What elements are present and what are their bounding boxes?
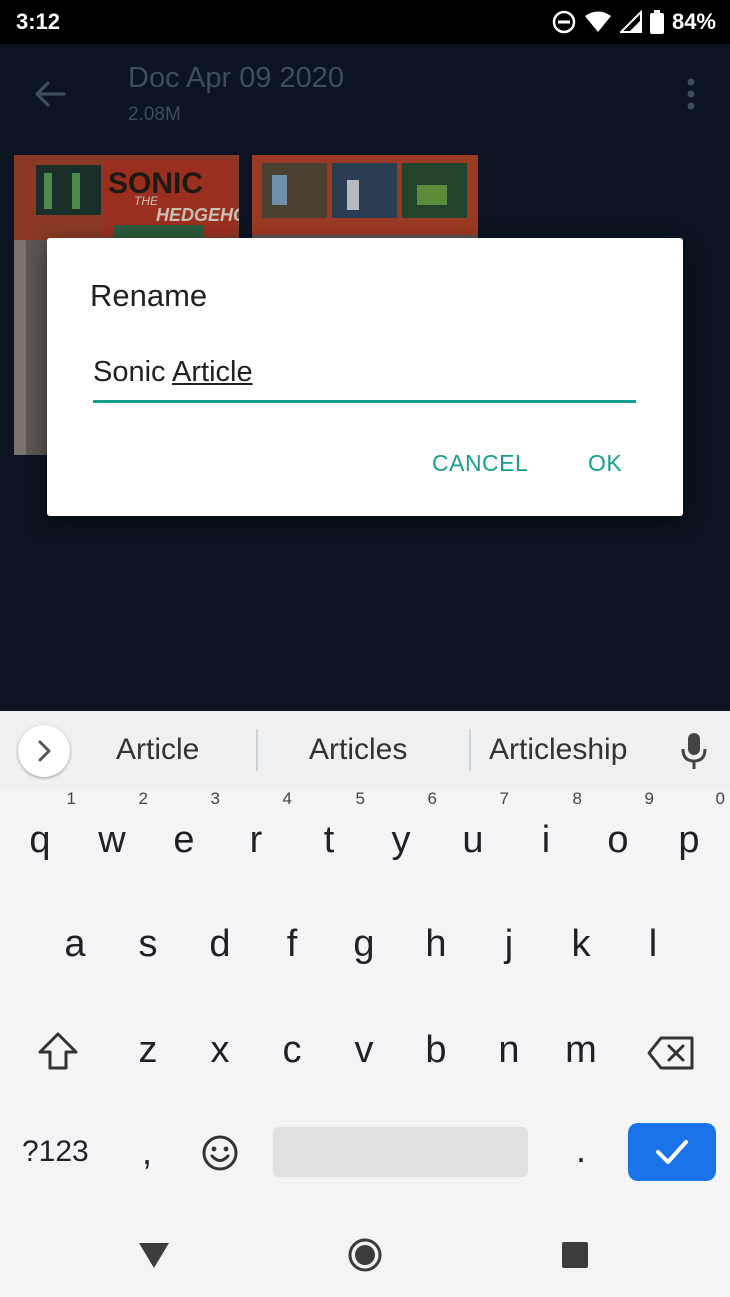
microphone-icon[interactable] — [680, 731, 708, 771]
key-z[interactable]: z — [118, 1029, 178, 1072]
back-arrow-icon[interactable] — [30, 74, 70, 114]
suggestion-divider — [469, 729, 471, 771]
symbols-key[interactable]: ?123 — [22, 1135, 89, 1169]
key-b[interactable]: b — [406, 1029, 466, 1072]
key-hint: 9 — [644, 789, 654, 808]
key-hint: 1 — [66, 789, 76, 808]
rename-dialog: Rename Sonic Article CANCEL OK — [47, 238, 683, 516]
input-word-1: Sonic — [93, 356, 166, 388]
key-h[interactable]: h — [406, 923, 466, 966]
key-hint: 8 — [572, 789, 582, 808]
key-a[interactable]: a — [45, 923, 105, 966]
key-y[interactable]: y6 — [371, 789, 438, 862]
key-label: q — [29, 819, 51, 861]
emoji-icon[interactable] — [201, 1134, 239, 1172]
input-word-2-composing: Article — [172, 356, 253, 388]
backspace-icon[interactable] — [647, 1035, 695, 1071]
suggestion-2[interactable]: Articles — [309, 733, 407, 767]
expand-toolbar-button[interactable] — [18, 725, 70, 777]
key-hint: 6 — [427, 789, 437, 808]
status-time: 3:12 — [16, 9, 61, 34]
key-hint: 5 — [355, 789, 365, 808]
key-w[interactable]: w2 — [82, 789, 148, 862]
key-o[interactable]: o9 — [588, 789, 654, 862]
suggestion-3[interactable]: Articleship — [489, 733, 627, 767]
document-size: 2.08M — [128, 104, 181, 125]
key-label: w — [98, 819, 126, 861]
key-g[interactable]: g — [334, 923, 394, 966]
key-f[interactable]: f — [262, 923, 322, 966]
document-title: Doc Apr 09 2020 — [128, 62, 345, 94]
key-l[interactable]: l — [623, 923, 683, 966]
status-bar: 3:12 84% — [0, 0, 730, 44]
suggestion-divider — [256, 729, 258, 771]
period-key[interactable]: . — [576, 1129, 586, 1171]
chevron-right-icon — [38, 740, 51, 762]
dialog-title: Rename — [90, 278, 208, 313]
ok-button[interactable]: OK — [588, 450, 622, 477]
battery-icon — [649, 10, 664, 34]
comma-key[interactable]: , — [142, 1131, 152, 1173]
key-r[interactable]: r4 — [226, 789, 292, 862]
enter-button[interactable] — [628, 1123, 716, 1181]
suggestion-1[interactable]: Article — [116, 733, 199, 767]
battery-percent: 84% — [671, 9, 716, 34]
key-i[interactable]: i8 — [516, 789, 582, 862]
cancel-button[interactable]: CANCEL — [432, 450, 528, 477]
key-x[interactable]: x — [190, 1029, 250, 1072]
wifi-icon — [584, 11, 611, 32]
key-label: t — [323, 819, 335, 861]
key-label: u — [462, 819, 484, 861]
key-label: i — [541, 819, 551, 861]
key-e[interactable]: e3 — [154, 789, 220, 862]
space-bar[interactable] — [273, 1127, 528, 1177]
key-hint: 3 — [210, 789, 220, 808]
key-t[interactable]: t5 — [299, 789, 365, 862]
key-label: r — [249, 819, 263, 861]
key-v[interactable]: v — [334, 1029, 394, 1072]
key-hint: 7 — [499, 789, 509, 808]
key-m[interactable]: m — [551, 1029, 611, 1072]
checkmark-icon — [656, 1140, 688, 1164]
shift-icon[interactable] — [36, 1031, 80, 1071]
key-n[interactable]: n — [479, 1029, 539, 1072]
key-p[interactable]: p0 — [659, 789, 725, 862]
key-s[interactable]: s — [118, 923, 178, 966]
suggestion-strip: Article Articles Articleship — [0, 711, 730, 790]
more-options-icon[interactable] — [676, 74, 706, 114]
key-u[interactable]: u7 — [443, 789, 509, 862]
key-j[interactable]: j — [479, 923, 539, 966]
home-nav-icon[interactable] — [347, 1237, 383, 1273]
key-c[interactable]: c — [262, 1029, 322, 1072]
key-q[interactable]: q1 — [10, 789, 76, 862]
navigation-bar — [0, 1222, 730, 1297]
key-hint: 0 — [715, 789, 725, 808]
rename-input[interactable]: Sonic Article — [93, 356, 636, 403]
key-d[interactable]: d — [190, 923, 250, 966]
app-bar: Doc Apr 09 2020 2.08M — [0, 44, 730, 144]
key-hint: 2 — [138, 789, 148, 808]
soft-keyboard: Article Articles Articleship q1 w2 e3 r4… — [0, 711, 730, 1222]
key-label: o — [607, 819, 629, 861]
signal-icon — [619, 10, 642, 33]
status-icons: 84% — [552, 9, 716, 35]
key-label: p — [678, 819, 700, 861]
key-label: y — [391, 819, 411, 861]
key-label: e — [173, 819, 195, 861]
back-nav-icon[interactable] — [137, 1240, 171, 1270]
do-not-disturb-icon — [552, 10, 576, 34]
logo-hedgehog-text: HEDGEHOG — [156, 205, 239, 225]
key-hint: 4 — [282, 789, 292, 808]
key-k[interactable]: k — [551, 923, 611, 966]
recents-nav-icon[interactable] — [561, 1241, 589, 1269]
